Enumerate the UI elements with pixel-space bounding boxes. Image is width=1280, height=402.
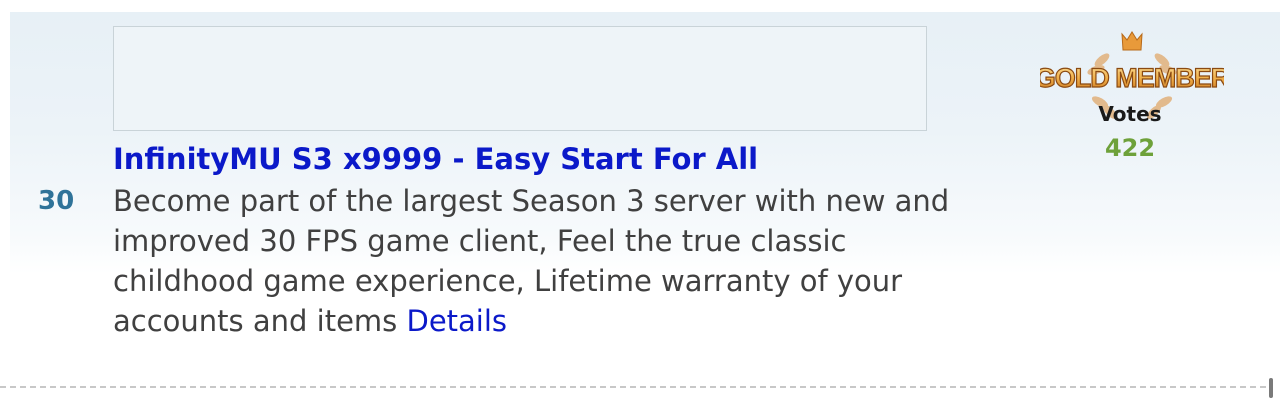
server-description: Become part of the largest Season 3 serv… xyxy=(113,181,973,341)
details-link[interactable]: Details xyxy=(406,304,507,338)
server-banner[interactable] xyxy=(113,26,927,131)
server-title-link[interactable]: InfinityMU S3 x9999 - Easy Start For All xyxy=(113,142,758,176)
listing-divider xyxy=(0,386,1266,388)
scroll-handle[interactable] xyxy=(1269,378,1273,398)
rank-number: 30 xyxy=(38,186,75,216)
badge-text: GOLD MEMBER xyxy=(1040,63,1224,93)
votes-label: Votes xyxy=(1098,102,1162,126)
description-text: Become part of the largest Season 3 serv… xyxy=(113,184,950,338)
votes-count: 422 xyxy=(1104,134,1156,162)
